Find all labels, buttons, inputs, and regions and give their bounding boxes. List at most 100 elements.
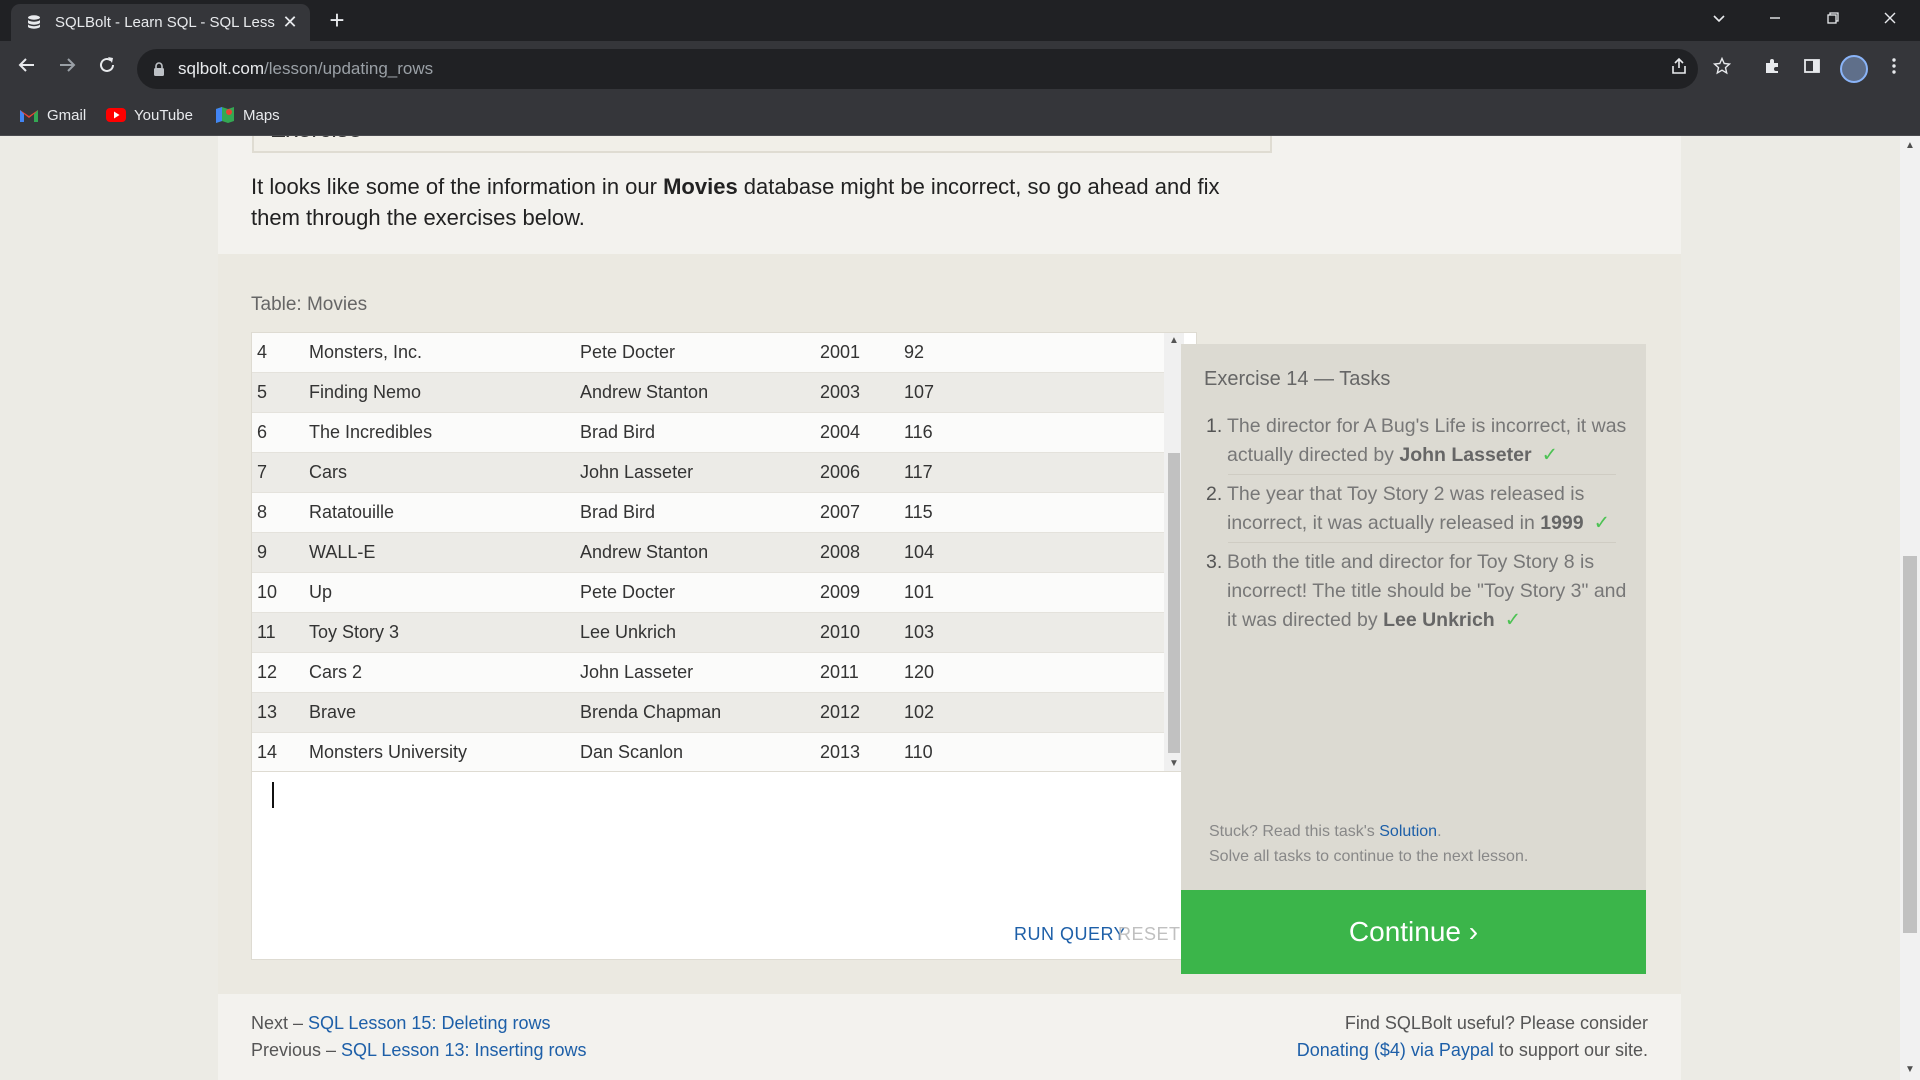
new-tab-button[interactable]: + <box>324 7 350 34</box>
next-lesson-link[interactable]: SQL Lesson 15: Deleting rows <box>308 1013 550 1033</box>
exercise-heading-box: Exercise <box>252 136 1272 153</box>
database-icon <box>28 15 40 29</box>
profile-avatar[interactable] <box>1840 55 1868 83</box>
close-tab-icon[interactable]: ✕ <box>279 11 301 33</box>
row-year-cell: 2001 <box>820 342 861 362</box>
row-id-cell: 14 <box>257 742 278 762</box>
row-director-cell: Brad Bird <box>580 502 656 522</box>
row-director-cell: John Lasseter <box>580 462 694 482</box>
row-year-cell: 2003 <box>820 382 861 402</box>
row-title-cell: Cars <box>309 462 348 482</box>
row-title-cell: Monsters University <box>309 742 468 762</box>
row-director-cell: Pete Docter <box>580 342 676 362</box>
table-row: 12 Cars 2 John Lasseter 2011 120 <box>252 653 1164 693</box>
task-item-2: 2. The year that Toy Story 2 was release… <box>1206 483 1610 534</box>
row-length-cell: 103 <box>904 622 935 642</box>
side-panel-icon[interactable] <box>1798 55 1826 83</box>
table-row: 9 WALL-E Andrew Stanton 2008 104 <box>252 533 1164 573</box>
check-icon: ✓ <box>1541 444 1558 466</box>
minimize-icon[interactable] <box>1760 6 1790 36</box>
row-director-cell: John Lasseter <box>580 662 694 682</box>
tab-bar: SQLBolt - Learn SQL - SQL Lesso ✕ + <box>0 0 1920 41</box>
close-window-icon[interactable] <box>1875 6 1905 36</box>
previous-lesson-link[interactable]: SQL Lesson 13: Inserting rows <box>341 1040 586 1060</box>
row-length-cell: 92 <box>904 342 925 362</box>
task-item-3: 3. Both the title and director for Toy S… <box>1206 551 1627 631</box>
lesson-navigation: Next – SQL Lesson 15: Deleting rows Prev… <box>251 1013 587 1060</box>
forward-icon[interactable] <box>52 53 82 83</box>
address-bar[interactable]: sqlbolt.com/lesson/updating_rows <box>137 49 1732 89</box>
bookmark-star-icon[interactable] <box>1710 56 1734 81</box>
donate-note: Find SQLBolt useful? Please consider Don… <box>1296 1013 1648 1060</box>
row-year-cell: 2007 <box>820 502 861 522</box>
url-text: sqlbolt.com/lesson/updating_rows <box>178 59 434 78</box>
tasks-title: Exercise 14 — Tasks <box>1204 368 1391 390</box>
reload-icon[interactable] <box>92 53 122 83</box>
row-id-cell: 8 <box>257 502 268 522</box>
browser-toolbar: sqlbolt.com/lesson/updating_rows <box>0 41 1920 97</box>
row-id-cell: 13 <box>257 702 278 722</box>
continue-button[interactable]: Continue › <box>1181 890 1646 974</box>
extensions-icon[interactable] <box>1758 55 1786 83</box>
row-id-cell: 9 <box>257 542 268 562</box>
row-id-cell: 6 <box>257 422 268 442</box>
row-year-cell: 2006 <box>820 462 861 482</box>
lesson-intro-section: Exercise It looks like some of the infor… <box>218 136 1681 254</box>
scroll-down-icon[interactable]: ▼ <box>1169 759 1179 769</box>
text-cursor <box>272 782 274 808</box>
row-year-cell: 2008 <box>820 542 861 562</box>
tab-title: SQLBolt - Learn SQL - SQL Lesso <box>55 14 275 31</box>
row-length-cell: 115 <box>904 502 933 522</box>
row-year-cell: 2011 <box>820 662 859 682</box>
youtube-icon <box>106 108 126 122</box>
page-viewport: Exercise It looks like some of the infor… <box>0 136 1920 1080</box>
page-scroll-up-icon[interactable]: ▲ <box>1905 140 1915 151</box>
bookmark-maps[interactable]: Maps <box>215 104 280 128</box>
menu-kebab-icon[interactable] <box>1880 55 1908 83</box>
table-row: 8 Ratatouille Brad Bird 2007 115 <box>252 493 1164 533</box>
row-length-cell: 116 <box>904 422 933 442</box>
row-title-cell: Cars 2 <box>309 662 363 682</box>
page-scrollbar[interactable]: ▲ ▼ <box>1900 136 1920 1080</box>
row-year-cell: 2012 <box>820 702 861 722</box>
table-row: 10 Up Pete Docter 2009 101 <box>252 573 1164 613</box>
table-row: 14 Monsters University Dan Scanlon 2013 110 <box>252 733 1164 771</box>
task-divider <box>1228 542 1616 543</box>
page-scroll-down-icon[interactable]: ▼ <box>1905 1064 1915 1075</box>
check-icon: ✓ <box>1504 609 1522 631</box>
scroll-up-icon[interactable]: ▲ <box>1169 336 1179 346</box>
maps-icon <box>216 107 234 123</box>
table-row: 7 Cars John Lasseter 2006 117 <box>252 453 1164 493</box>
lock-icon <box>154 62 164 76</box>
table-row: 13 Brave Brenda Chapman 2012 102 <box>252 693 1164 733</box>
row-length-cell: 120 <box>904 662 935 682</box>
run-query-button[interactable]: RUN QUERY <box>1014 924 1126 945</box>
donate-link[interactable]: Donating ($4) via Paypal <box>1297 1040 1494 1060</box>
reset-button[interactable]: RESET <box>1118 924 1181 945</box>
check-icon: ✓ <box>1593 512 1610 534</box>
restore-icon[interactable] <box>1818 6 1848 36</box>
back-icon[interactable] <box>12 53 42 83</box>
table-caption: Table: Movies <box>251 294 368 315</box>
share-icon[interactable] <box>1667 57 1691 81</box>
bookmarks-bar: Gmail YouTube Maps <box>0 97 1920 136</box>
row-year-cell: 2010 <box>820 622 861 642</box>
table-row: 5 Finding Nemo Andrew Stanton 2003 107 <box>252 373 1164 413</box>
row-id-cell: 4 <box>257 342 268 362</box>
row-title-cell: WALL-E <box>309 542 376 562</box>
bookmark-gmail[interactable]: Gmail <box>19 104 86 128</box>
browser-tab[interactable]: SQLBolt - Learn SQL - SQL Lesso ✕ <box>11 4 310 41</box>
lesson-card: Exercise It looks like some of the infor… <box>218 136 1681 1080</box>
bookmark-youtube[interactable]: YouTube <box>106 104 193 128</box>
table-row: 6 The Incredibles Brad Bird 2004 116 <box>252 413 1164 453</box>
tab-search-icon[interactable] <box>1704 6 1734 36</box>
solution-link[interactable]: Solution <box>1379 823 1437 840</box>
table-scroll-thumb[interactable] <box>1168 453 1180 753</box>
row-director-cell: Brad Bird <box>580 422 656 442</box>
page-scroll-thumb[interactable] <box>1903 556 1917 933</box>
query-editor[interactable]: RUN QUERY RESET <box>251 772 1197 960</box>
row-year-cell: 2009 <box>820 582 861 602</box>
row-id-cell: 11 <box>257 622 276 642</box>
stuck-hint: Stuck? Read this task's Solution. Solve … <box>1209 823 1529 865</box>
row-title-cell: Finding Nemo <box>309 382 422 402</box>
